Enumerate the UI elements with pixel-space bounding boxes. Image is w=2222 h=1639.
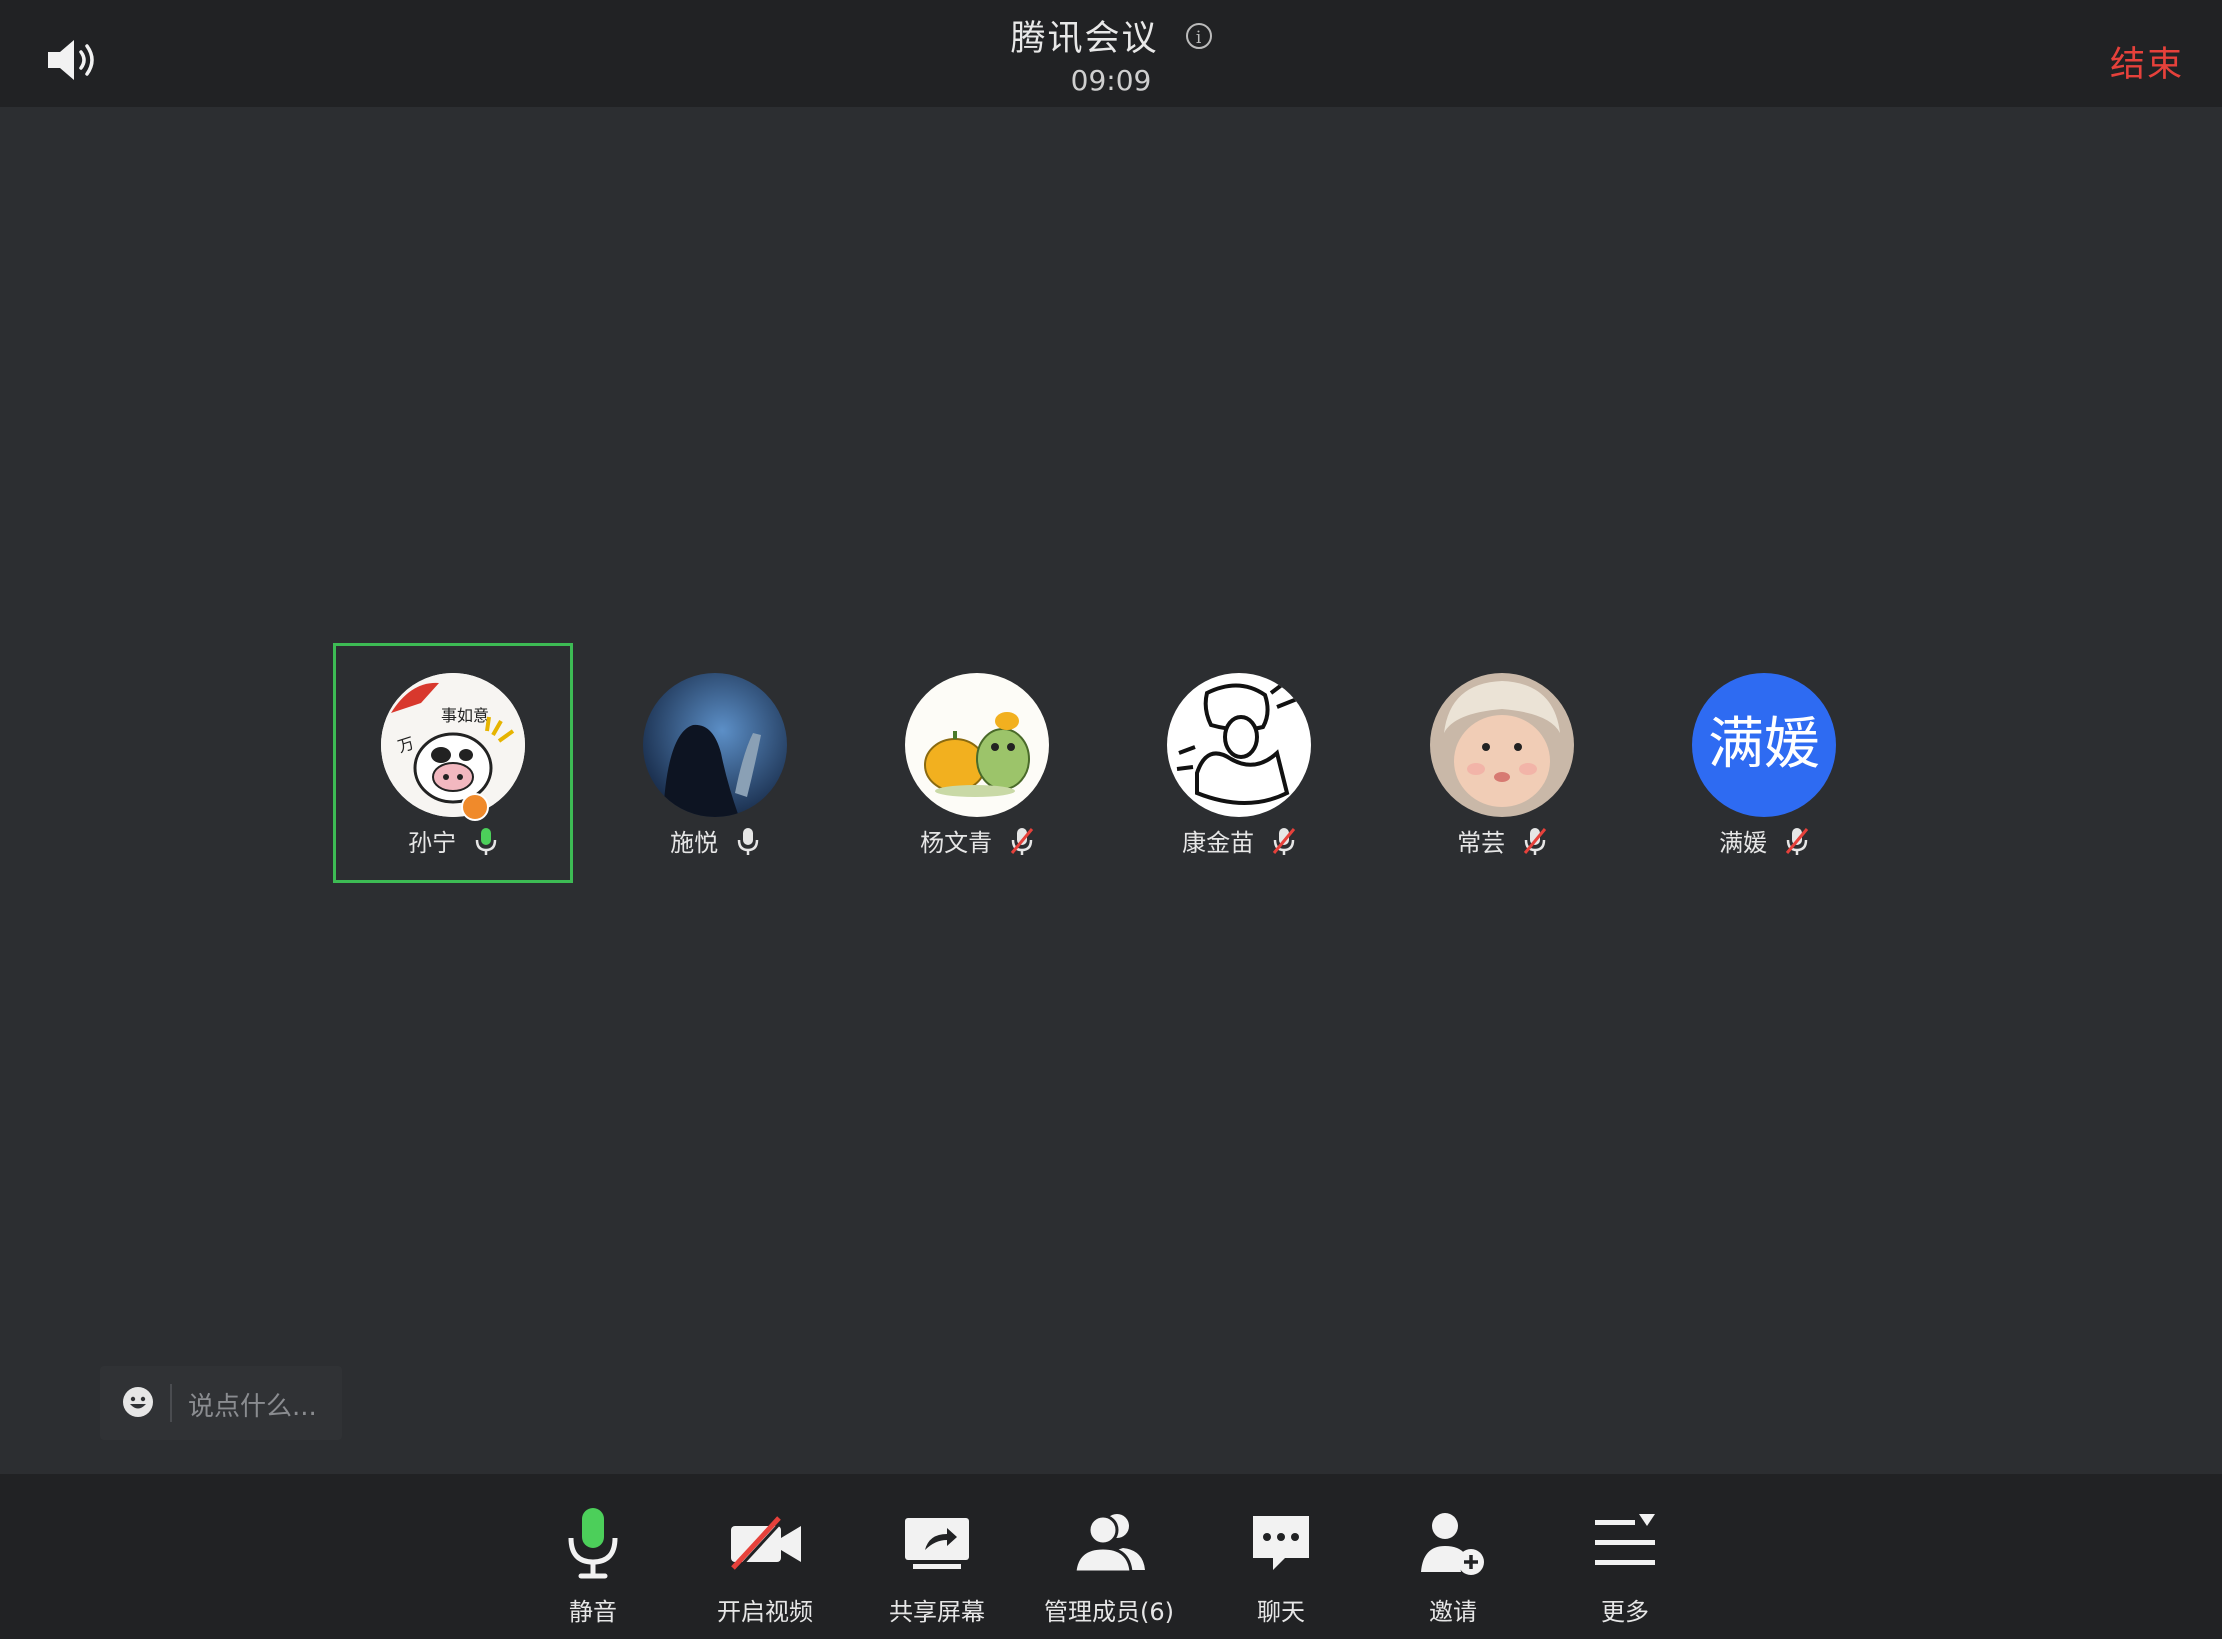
mute-button[interactable]: 静音 [518,1504,668,1626]
share-screen-icon [897,1504,977,1584]
participant-name-text: 满媛 [1719,829,1768,857]
participant-name-text: 常芸 [1457,829,1506,857]
avatar [905,673,1049,817]
divider [170,1384,172,1422]
microphone-muted-icon [1785,826,1809,856]
chat-input[interactable]: 说点什么... [100,1366,342,1440]
more-button[interactable]: 更多 [1550,1504,1700,1626]
members-icon [1069,1504,1149,1584]
svg-text:事如意: 事如意 [441,706,489,725]
microphone-icon [736,826,760,856]
participant-tile[interactable]: 万 事如意 孙宁 [333,643,573,883]
meeting-title: 腾讯会议 [1010,19,1159,59]
chat-placeholder: 说点什么... [188,1392,317,1422]
manage-members-button[interactable]: 管理成员(6) [1034,1504,1184,1626]
participant-name-text: 康金苗 [1182,829,1255,857]
invite-button[interactable]: 邀请 [1378,1504,1528,1626]
emoji-icon[interactable] [122,1386,154,1418]
participant-name: 杨文青 [857,823,1097,858]
start-video-button[interactable]: 开启视频 [690,1504,840,1626]
microphone-muted-icon [1523,826,1547,856]
toolbar-label: 邀请 [1429,1598,1477,1626]
invite-icon [1413,1504,1493,1584]
share-screen-button[interactable]: 共享屏幕 [862,1504,1012,1626]
chat-button[interactable]: 聊天 [1206,1504,1356,1626]
meeting-timer: 09:09 [1070,64,1152,97]
participant-tile[interactable]: 康金苗 [1119,643,1359,883]
participant-name: 常芸 [1382,823,1622,858]
participant-tile[interactable]: 杨文青 [857,643,1097,883]
avatar [1430,673,1574,817]
avatar: 万 事如意 [381,673,525,817]
participant-tile[interactable]: 满媛 满媛 [1644,643,1884,883]
end-meeting-button[interactable]: 结束 [2110,36,2184,87]
video-off-icon [725,1504,805,1584]
participant-name: 康金苗 [1119,823,1359,858]
participant-name-text: 孙宁 [408,829,457,857]
more-icon [1585,1504,1665,1584]
bottom-toolbar: 静音 开启视频 共享屏幕 管理成员(6) 聊天 邀请 更多 [0,1474,2222,1639]
toolbar-label: 静音 [569,1598,617,1626]
toolbar-label: 更多 [1601,1598,1649,1626]
toolbar-label: 管理成员(6) [1044,1598,1174,1626]
avatar [1167,673,1311,817]
microphone-active-icon [474,826,498,856]
microphone-icon [553,1504,633,1584]
participant-tile[interactable]: 施悦 [595,643,835,883]
toolbar-label: 共享屏幕 [889,1598,985,1626]
meeting-header: 腾讯会议 i 09:09 结束 [0,0,2222,107]
microphone-muted-icon [1272,826,1296,856]
participant-tile[interactable]: 常芸 [1382,643,1622,883]
info-icon[interactable]: i [1185,22,1212,49]
host-badge [461,793,489,821]
chat-icon [1241,1504,1321,1584]
microphone-muted-icon [1010,826,1034,856]
toolbar-label: 开启视频 [717,1598,813,1626]
participant-name: 满媛 [1644,823,1884,858]
participant-name: 孙宁 [333,823,573,858]
avatar [643,673,787,817]
participant-name-text: 施悦 [670,829,719,857]
avatar-initials: 满媛 [1692,673,1836,817]
toolbar-label: 聊天 [1257,1598,1305,1626]
participant-name-text: 杨文青 [920,829,993,857]
participant-name: 施悦 [595,823,835,858]
